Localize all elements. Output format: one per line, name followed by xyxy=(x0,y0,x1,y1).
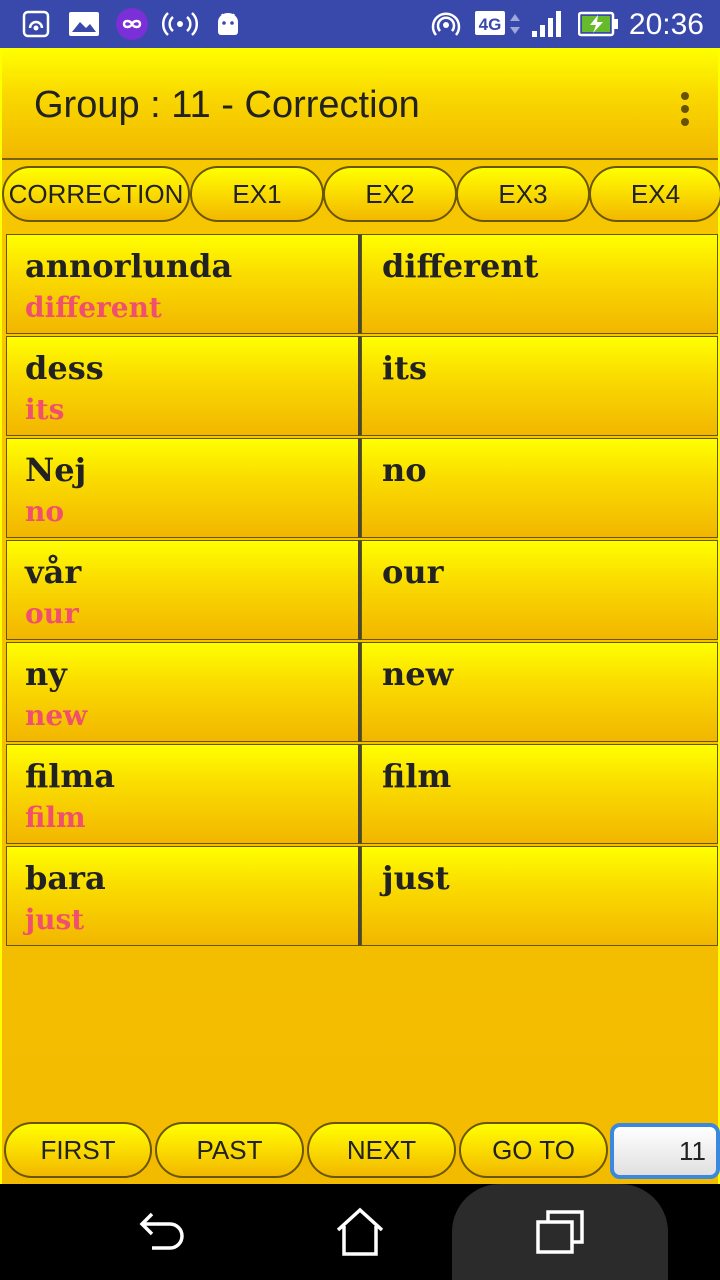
table-row[interactable]: bara just just xyxy=(6,846,718,946)
hotspot-icon xyxy=(22,10,50,38)
answer-cell[interactable]: its xyxy=(361,336,718,436)
swedish-word: dess xyxy=(25,349,104,387)
first-button[interactable]: FIRST xyxy=(4,1122,152,1178)
table-row[interactable]: ny new new xyxy=(6,642,718,742)
answer-text: new xyxy=(382,655,454,693)
table-row[interactable]: Nej no no xyxy=(6,438,718,538)
back-icon[interactable] xyxy=(130,1204,190,1260)
answer-text: its xyxy=(382,349,427,387)
gallery-icon xyxy=(68,10,100,38)
tab-ex4[interactable]: EX4 xyxy=(589,166,720,222)
wifi-hotspot-icon xyxy=(430,10,462,38)
answer-text: our xyxy=(382,553,444,591)
swedish-word: annorlunda xyxy=(25,247,233,285)
past-button[interactable]: PAST xyxy=(155,1122,304,1178)
page-title: Group : 11 - Correction xyxy=(34,84,420,126)
word-cell[interactable]: annorlunda different xyxy=(6,234,361,334)
swedish-word: bara xyxy=(25,859,106,897)
answer-cell[interactable]: different xyxy=(361,234,718,334)
goto-button[interactable]: GO TO xyxy=(459,1122,608,1178)
table-row[interactable]: annorlunda different different xyxy=(6,234,718,334)
translation-text: no xyxy=(25,495,65,528)
mobile-data-icon: 4G xyxy=(474,10,524,38)
goto-group-input[interactable]: 11 xyxy=(610,1123,720,1179)
swedish-word: Nej xyxy=(25,451,87,489)
signal-icon xyxy=(530,10,566,38)
table-row[interactable]: vår our our xyxy=(6,540,718,640)
word-cell[interactable]: dess its xyxy=(6,336,361,436)
translation-text: new xyxy=(25,699,88,732)
infinity-app-icon xyxy=(114,8,150,40)
next-button[interactable]: NEXT xyxy=(307,1122,456,1178)
swedish-word: filma xyxy=(25,757,116,795)
translation-text: film xyxy=(25,801,86,834)
answer-cell[interactable]: film xyxy=(361,744,718,844)
android-icon xyxy=(214,10,242,38)
answer-cell[interactable]: no xyxy=(361,438,718,538)
battery-charging-icon xyxy=(578,10,620,38)
word-cell[interactable]: vår our xyxy=(6,540,361,640)
swedish-word: ny xyxy=(25,655,67,693)
word-cell[interactable]: Nej no xyxy=(6,438,361,538)
translation-text: different xyxy=(25,291,162,324)
app-screen: Group : 11 - Correction CORRECTION EX1 E… xyxy=(0,48,720,1184)
table-row[interactable]: dess its its xyxy=(6,336,718,436)
answer-text: no xyxy=(382,451,427,489)
status-bar: 4G 20:36 xyxy=(0,0,720,48)
swedish-word: vår xyxy=(25,553,82,591)
network-type-label: 4G xyxy=(479,15,502,34)
answer-cell[interactable]: just xyxy=(361,846,718,946)
answer-text: just xyxy=(382,859,450,897)
broadcast-icon xyxy=(162,10,198,38)
recents-icon[interactable] xyxy=(530,1204,590,1260)
answer-cell[interactable]: our xyxy=(361,540,718,640)
tab-ex2[interactable]: EX2 xyxy=(323,166,457,222)
answer-text: different xyxy=(382,247,539,285)
table-row[interactable]: filma film film xyxy=(6,744,718,844)
translation-text: just xyxy=(25,903,85,936)
answer-cell[interactable]: new xyxy=(361,642,718,742)
home-icon[interactable] xyxy=(330,1204,390,1260)
answer-text: film xyxy=(382,757,452,795)
translation-text: its xyxy=(25,393,65,426)
tab-ex1[interactable]: EX1 xyxy=(190,166,324,222)
translation-text: our xyxy=(25,597,79,630)
clock: 20:36 xyxy=(628,8,704,41)
tab-bar: CORRECTION EX1 EX2 EX3 EX4 xyxy=(2,166,720,224)
system-nav-bar xyxy=(0,1184,720,1280)
app-bar: Group : 11 - Correction xyxy=(2,48,718,160)
word-cell[interactable]: ny new xyxy=(6,642,361,742)
tab-correction[interactable]: CORRECTION xyxy=(2,166,190,222)
overflow-menu-icon[interactable] xyxy=(680,92,690,128)
bottom-navigation: FIRST PAST NEXT GO TO 11 xyxy=(2,1120,720,1182)
word-cell[interactable]: filma film xyxy=(6,744,361,844)
tab-ex3[interactable]: EX3 xyxy=(456,166,590,222)
word-cell[interactable]: bara just xyxy=(6,846,361,946)
